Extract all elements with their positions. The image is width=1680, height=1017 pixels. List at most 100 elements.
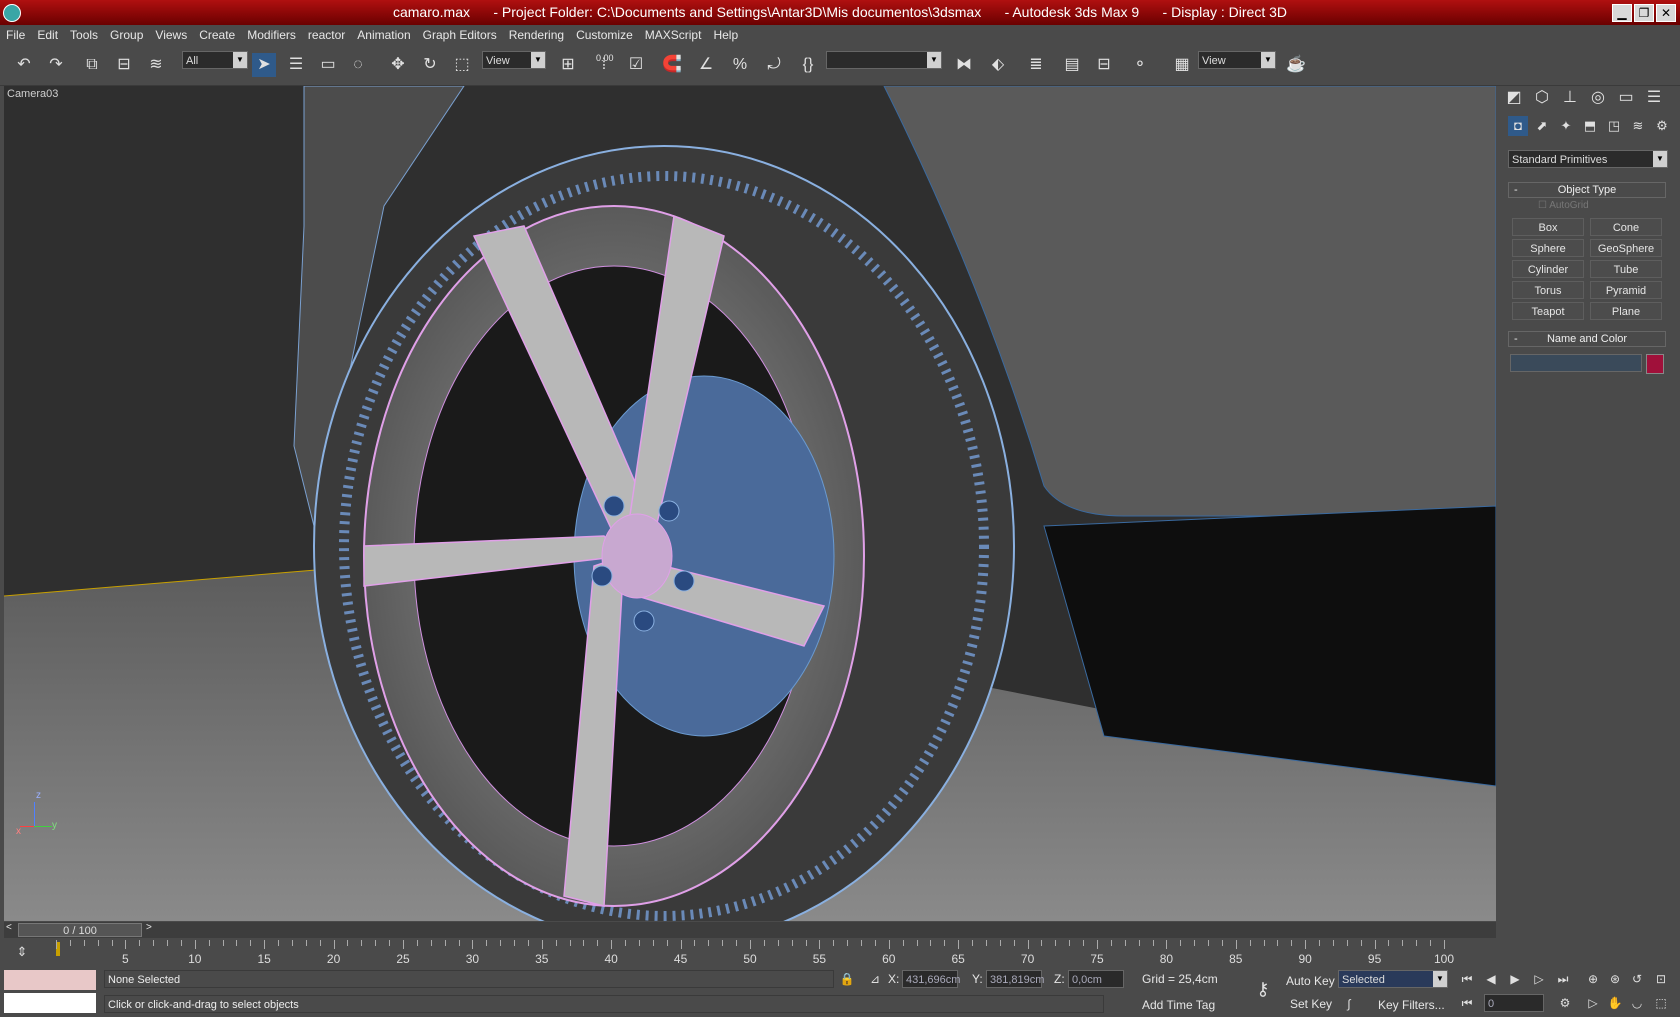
teapot-button[interactable]: Teapot [1512,302,1584,320]
menu-maxscript[interactable]: MAXScript [639,25,708,45]
set-key-button[interactable]: Set Key [1290,997,1332,1011]
geosphere-button[interactable]: GeoSphere [1590,239,1662,257]
rectangular-selection-icon[interactable]: ▭ [316,53,340,77]
snaps-toggle-icon[interactable]: 🧲 [660,53,684,77]
pyramid-button[interactable]: Pyramid [1590,281,1662,299]
absolute-mode-icon[interactable]: ⊿ [866,970,884,988]
category-dropdown[interactable]: Standard Primitives ▼ [1508,150,1668,168]
menu-file[interactable]: File [0,25,31,45]
menu-modifiers[interactable]: Modifiers [241,25,302,45]
time-slider-knob[interactable]: 0 / 100 [18,923,142,937]
quick-render-icon[interactable]: ☕ [1284,53,1308,77]
camera-viewport[interactable]: Camera03 z x y [4,86,1496,921]
systems-icon[interactable]: ⚙ [1652,116,1672,136]
y-coord-field[interactable]: 381,819cm [986,970,1044,988]
utilities-tab-icon[interactable]: ☰ [1642,86,1666,110]
space-warps-icon[interactable]: ≋ [1628,116,1648,136]
menu-edit[interactable]: Edit [31,25,64,45]
menu-group[interactable]: Group [104,25,149,45]
spinner-snap-toggle-icon[interactable]: ⤾ [762,53,786,77]
field-of-view-icon[interactable]: ▷ [1584,994,1602,1012]
undo-icon[interactable]: ↶ [12,53,36,77]
pan-icon[interactable]: ✋ [1606,994,1624,1012]
menu-help[interactable]: Help [707,25,744,45]
zoom-all-icon[interactable]: ⊛ [1606,970,1624,988]
next-frame-icon[interactable]: ▷ [1530,970,1548,988]
hierarchy-tab-icon[interactable]: ⊥ [1558,86,1582,110]
lights-icon[interactable]: ✦ [1556,116,1576,136]
redo-icon[interactable]: ↷ [44,53,68,77]
named-selection-dropdown[interactable]: ▼ [826,51,942,69]
zoom-extents-icon[interactable]: ⊡ [1652,970,1670,988]
curve-editor-icon[interactable]: ▤ [1060,53,1084,77]
select-object-icon[interactable]: ➤ [252,53,276,77]
track-bar[interactable]: ⇕ 5 10 15 20 25 30 35 40 45 50 55 60 65 70 75 80 85 90 95 1… [4,940,1496,968]
menu-customize[interactable]: Customize [570,25,639,45]
go-to-end-icon[interactable]: ⏭ [1554,970,1572,988]
menu-reactor[interactable]: reactor [302,25,351,45]
mirror-icon[interactable]: ⧓ [952,53,976,77]
material-editor-icon[interactable]: ⚬ [1128,53,1152,77]
z-coord-field[interactable]: 0,0cm [1068,970,1124,988]
menu-create[interactable]: Create [193,25,241,45]
render-view-dropdown[interactable]: View ▼ [1198,51,1276,69]
previous-frame-icon[interactable]: ◀ [1482,970,1500,988]
maxscript-input-mini[interactable] [4,993,96,1013]
key-mode-toggle-icon[interactable]: ⏮ [1458,994,1476,1012]
autogrid-checkbox[interactable]: ☐ AutoGrid [1538,200,1589,211]
torus-button[interactable]: Torus [1512,281,1584,299]
current-frame-field[interactable]: 0 [1484,994,1544,1012]
select-by-name-icon[interactable]: ☰ [284,53,308,77]
selection-filter-dropdown[interactable]: All ▼ [182,51,248,69]
display-tab-icon[interactable]: ▭ [1614,86,1638,110]
close-icon[interactable]: ✕ [1656,4,1676,22]
time-next-icon[interactable]: > [146,922,152,933]
tube-button[interactable]: Tube [1590,260,1662,278]
select-and-scale-icon[interactable]: ⬚ [450,53,474,77]
default-tangent-icon[interactable]: ∫ [1340,995,1358,1013]
sphere-button[interactable]: Sphere [1512,239,1584,257]
play-icon[interactable]: ▶ [1506,970,1524,988]
edit-named-selection-icon[interactable]: ☑ [624,53,648,77]
key-icon[interactable]: ⚷ [1248,980,1278,998]
zoom-icon[interactable]: ⊕ [1584,970,1602,988]
auto-key-button[interactable]: Auto Key [1286,974,1335,988]
motion-tab-icon[interactable]: ◎ [1586,86,1610,110]
modify-tab-icon[interactable]: ⬡ [1530,86,1554,110]
add-time-tag[interactable]: Add Time Tag [1142,998,1215,1012]
bind-space-warp-icon[interactable]: ≋ [144,53,168,77]
select-and-link-icon[interactable]: ⧉ [80,53,104,77]
object-name-input[interactable] [1510,354,1642,372]
schematic-view-icon[interactable]: ⊟ [1092,53,1116,77]
reference-coord-dropdown[interactable]: View ▼ [482,51,546,69]
object-type-rollout[interactable]: - Object Type [1508,182,1666,198]
unlink-icon[interactable]: ⊟ [112,53,136,77]
menu-rendering[interactable]: Rendering [503,25,570,45]
orbit-icon[interactable]: ↺ [1628,970,1646,988]
maximize-viewport-icon[interactable]: ⬚ [1652,994,1670,1012]
menu-tools[interactable]: Tools [64,25,104,45]
menu-graph-editors[interactable]: Graph Editors [417,25,503,45]
layer-manager-icon[interactable]: ≣ [1024,53,1048,77]
align-icon[interactable]: ⬖ [986,53,1010,77]
window-crossing-icon[interactable]: ◌ [346,53,370,77]
menu-animation[interactable]: Animation [351,25,416,45]
arc-rotate-icon[interactable]: ◡ [1628,994,1646,1012]
key-mode-dropdown[interactable]: Selected ▼ [1338,970,1448,988]
lock-selection-icon[interactable]: 🔒 [838,970,856,988]
name-and-color-rollout[interactable]: - Name and Color [1508,331,1666,347]
percent-snap-icon[interactable]: % [728,53,752,77]
pivot-center-icon[interactable]: ⊞ [556,53,580,77]
object-color-swatch[interactable] [1646,354,1664,374]
mini-curve-editor-icon[interactable]: ⇕ [12,944,32,962]
cylinder-button[interactable]: Cylinder [1512,260,1584,278]
helpers-icon[interactable]: ◳ [1604,116,1624,136]
shapes-icon[interactable]: ⬈ [1532,116,1552,136]
box-button[interactable]: Box [1512,218,1584,236]
restore-icon[interactable]: ❐ [1634,4,1654,22]
time-slider[interactable]: < 0 / 100 > [4,922,1496,938]
angle-snap-icon[interactable]: ∠ [694,53,718,77]
geometry-icon[interactable]: ◘ [1508,116,1528,136]
select-and-move-icon[interactable]: ✥ [386,53,410,77]
time-prev-icon[interactable]: < [6,922,12,933]
